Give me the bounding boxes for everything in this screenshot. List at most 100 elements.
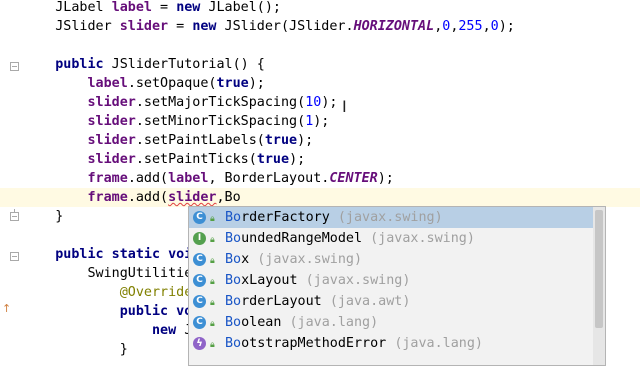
code-token: 0 (490, 19, 499, 34)
popup-scrollbar[interactable] (593, 207, 605, 365)
completion-item-rest: xLayout (241, 273, 298, 288)
code-token: public vo (119, 304, 193, 319)
completion-item[interactable]: C 🔒︎ BorderFactory (javax.swing) (189, 207, 593, 228)
code-token: JSlider (55, 19, 120, 34)
code-token: ); (377, 171, 394, 186)
code-line[interactable]: frame.add(label, BorderLayout.CENTER); (0, 169, 640, 188)
completion-match-prefix: Bo (225, 252, 242, 267)
completion-item[interactable]: C 🔒︎ BoxLayout (javax.swing) (189, 270, 593, 291)
popup-scrollbar-thumb[interactable] (595, 210, 603, 328)
completion-match-prefix: Bo (225, 315, 242, 330)
completion-item-package: (javax.swing) (337, 210, 443, 225)
mouse-ibeam-cursor-icon: I (342, 97, 347, 116)
code-token: slider (87, 95, 136, 110)
completion-item[interactable]: C 🔒︎ BorderLayout (java.awt) (189, 291, 593, 312)
public-access-icon: 🔒︎ (210, 298, 215, 308)
code-line[interactable]: slider.setMinorTickSpacing(1); (0, 112, 640, 131)
code-token: = (168, 19, 193, 34)
code-token: new (192, 19, 217, 34)
class-icon: C (193, 211, 206, 224)
code-line[interactable] (0, 36, 640, 55)
code-token: slider (168, 190, 217, 205)
completion-item-name: Boolean (java.lang) (225, 312, 378, 333)
code-line[interactable]: JLabel label = new JLabel(); (0, 0, 640, 17)
code-token: .add( (127, 190, 169, 205)
completion-item-package: (javax.swing) (305, 273, 411, 288)
code-token: , (482, 19, 491, 34)
code-line-current[interactable]: frame.add(slider,Bo (0, 188, 640, 207)
code-token: ,Bo (216, 190, 241, 205)
completion-item-package: (java.lang) (394, 336, 483, 351)
code-token: public static voi (55, 247, 193, 262)
completion-item-name: BoxLayout (javax.swing) (225, 270, 410, 291)
code-completion-popup[interactable]: C 🔒︎ BorderFactory (javax.swing) I 🔒︎ Bounded… (188, 206, 606, 366)
code-token: frame (87, 171, 128, 186)
completion-item-rest: rderLayout (241, 294, 322, 309)
public-access-icon: 🔒︎ (210, 277, 215, 287)
code-token: .setOpaque( (127, 76, 217, 91)
completion-item[interactable]: I 🔒︎ BoundedRangeModel (javax.swing) (189, 228, 593, 249)
completion-item-package: (java.lang) (289, 315, 379, 330)
completion-item-package: (javax.swing) (370, 231, 475, 246)
exception-icon: ϟ (193, 337, 206, 350)
code-token: } (55, 209, 64, 224)
code-token: ); (289, 152, 306, 167)
code-token: slider (87, 152, 136, 167)
completion-item-rest: olean (241, 315, 282, 330)
code-token: HORIZONTAL (353, 19, 435, 34)
code-token: .add( (127, 171, 169, 186)
completion-item[interactable]: C 🔒︎ Boolean (java.lang) (189, 312, 593, 333)
code-token: ); (321, 95, 338, 110)
code-token: label (111, 0, 152, 15)
code-line[interactable]: label.setOpaque(true); (0, 74, 640, 93)
code-line[interactable]: slider.setPaintTicks(true); (0, 150, 640, 169)
code-token: ); (248, 76, 265, 91)
code-token: CENTER (329, 171, 378, 186)
code-token: slider (87, 114, 136, 129)
code-line[interactable]: JSlider slider = new JSlider(JSlider.HOR… (0, 17, 640, 36)
class-icon: C (193, 295, 206, 308)
completion-item-name: BorderFactory (javax.swing) (225, 207, 443, 228)
completion-item-rest: x (241, 252, 250, 267)
public-access-icon: 🔒︎ (210, 340, 215, 350)
completion-item[interactable]: ϟ 🔒︎ BootstrapMethodError (java.lang) (189, 333, 593, 354)
code-token: , BorderLayout. (208, 171, 330, 186)
completion-item[interactable]: C 🔒︎ Box (javax.swing) (189, 249, 593, 270)
completion-item-rest: rderFactory (241, 210, 330, 225)
completion-item-package: (javax.swing) (257, 252, 363, 267)
code-line[interactable]: public JSliderTutorial() { (0, 55, 640, 74)
completion-match-prefix: Bo (225, 294, 242, 309)
code-token: ); (498, 19, 515, 34)
code-line[interactable]: slider.setMajorTickSpacing(10); (0, 93, 640, 112)
code-token: ); (313, 114, 330, 129)
code-token: label (87, 76, 128, 91)
completion-match-prefix: Bo (225, 231, 242, 246)
code-token: .setMinorTickSpacing( (135, 114, 306, 129)
code-line[interactable]: slider.setPaintLabels(true); (0, 131, 640, 150)
completion-item-name: Box (javax.swing) (225, 249, 362, 270)
code-token: new (152, 323, 177, 338)
class-icon: C (193, 316, 206, 329)
code-token: label (168, 171, 209, 186)
code-token: JSliderTutorial() { (103, 57, 265, 72)
code-token: 10 (305, 95, 322, 110)
public-access-icon: 🔒︎ (210, 256, 215, 266)
code-token: slider (87, 133, 136, 148)
class-icon: C (193, 253, 206, 266)
public-access-icon: 🔒︎ (210, 319, 215, 329)
interface-icon: I (193, 232, 206, 245)
code-token: @Override (119, 285, 193, 300)
code-token: slider (119, 19, 169, 34)
